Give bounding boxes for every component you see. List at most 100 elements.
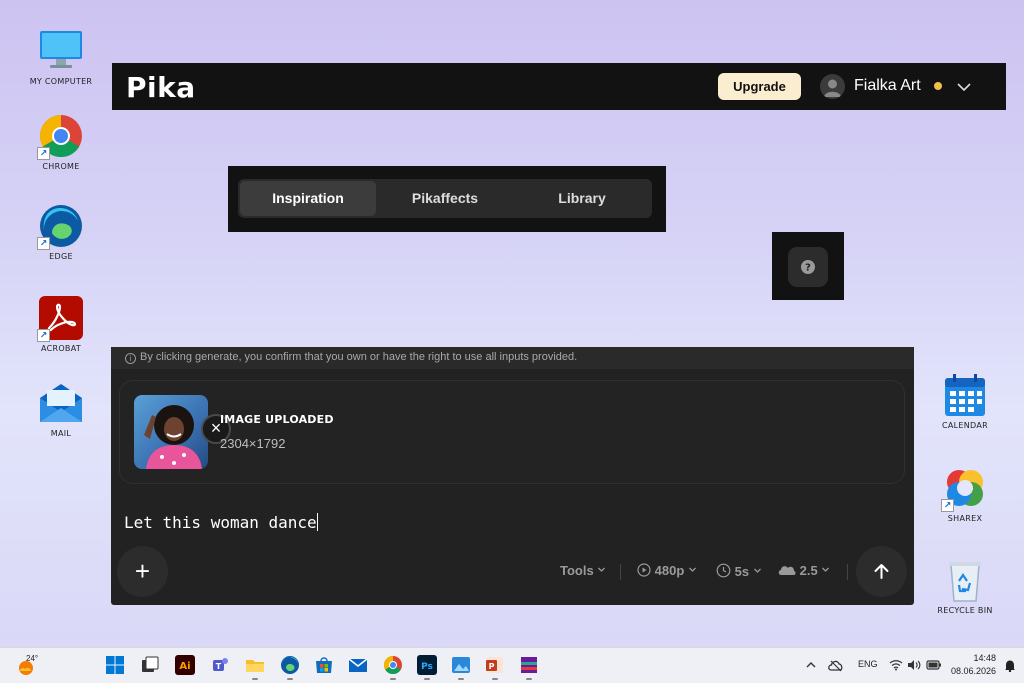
model-value: 2.5 xyxy=(799,563,818,578)
prompt-input[interactable]: Let this woman dance xyxy=(124,513,318,532)
cloud-icon xyxy=(778,566,796,575)
running-indicator xyxy=(252,678,258,680)
powerpoint-icon: P xyxy=(486,657,503,673)
desktop-icon-label: EDGE xyxy=(49,252,73,261)
weather-temp: 24° xyxy=(26,654,39,663)
mail-icon xyxy=(348,658,368,672)
taskbar-store[interactable] xyxy=(314,655,334,675)
terms-notice: i By clicking generate, you confirm that … xyxy=(111,347,914,369)
clock[interactable]: 14:48 08.06.2026 xyxy=(948,652,996,678)
model-dropdown[interactable]: 2.5 xyxy=(778,563,830,578)
taskbar-photos[interactable] xyxy=(451,655,471,675)
running-indicator xyxy=(390,678,396,680)
desktop-icon-my-computer[interactable]: MY COMPUTER xyxy=(21,28,101,86)
taskbar-illustrator[interactable]: Ai xyxy=(175,655,195,675)
svg-text:Ai: Ai xyxy=(179,661,190,672)
generate-button[interactable] xyxy=(856,546,907,597)
desktop-icon-sharex[interactable]: ↗ SHAREX xyxy=(925,465,1005,523)
desktop-icon-label: CALENDAR xyxy=(941,421,988,430)
chevron-up-icon[interactable] xyxy=(805,660,817,670)
prompt-text: Let this woman dance xyxy=(124,513,317,532)
running-indicator xyxy=(287,678,293,680)
chrome-icon: ↗ xyxy=(37,113,84,160)
desktop-icon-label: RECYCLE BIN xyxy=(937,606,993,615)
chrome-icon xyxy=(383,656,402,675)
store-icon xyxy=(316,657,332,673)
svg-text:T: T xyxy=(216,662,222,671)
language-indicator[interactable]: ENG xyxy=(858,659,878,669)
notification-bell-icon[interactable] xyxy=(1004,659,1016,672)
svg-text:Ps: Ps xyxy=(421,662,433,672)
desktop-icon-label: SHAREX xyxy=(947,514,983,523)
user-icon xyxy=(824,79,841,97)
info-icon: i xyxy=(125,353,136,364)
wifi-icon[interactable] xyxy=(889,659,903,671)
image-dimensions: 2304×1792 xyxy=(220,436,286,451)
illustrator-icon: Ai xyxy=(179,661,190,672)
taskbar-edge[interactable] xyxy=(280,655,300,675)
desktop-icon-label: MAIL xyxy=(50,429,72,438)
edge-icon: ↗ xyxy=(37,203,84,250)
clock-time: 14:48 xyxy=(973,653,996,663)
app-header: Pika Upgrade Fialka Art xyxy=(112,63,1006,110)
desktop-icon-edge[interactable]: ↗ EDGE xyxy=(21,203,101,261)
tab-library[interactable]: Library xyxy=(514,181,650,216)
onedrive-icon[interactable] xyxy=(828,658,844,672)
chevron-down-icon xyxy=(598,567,606,572)
desktop-icon-recycle-bin[interactable]: RECYCLE BIN xyxy=(925,557,1005,615)
desktop-icon-acrobat[interactable]: ↗ ACROBAT xyxy=(21,295,101,353)
desktop-icon-chrome[interactable]: ↗ CHROME xyxy=(21,113,101,171)
desktop-icon-label: CHROME xyxy=(42,162,80,171)
clock-date: 08.06.2026 xyxy=(950,666,996,676)
taskbar: 24° Ai T Ps P ENG 14:48 08.06.2026 xyxy=(0,647,1024,683)
running-indicator xyxy=(458,678,464,680)
shortcut-arrow-icon: ↗ xyxy=(37,237,50,250)
taskbar-winrar[interactable] xyxy=(519,655,539,675)
running-indicator xyxy=(526,678,532,680)
volume-icon[interactable] xyxy=(907,659,921,671)
chevron-down-icon xyxy=(688,567,696,572)
taskbar-taskview[interactable] xyxy=(140,655,160,675)
taskbar-powerpoint[interactable]: P xyxy=(485,655,505,675)
help-button[interactable]: ? xyxy=(788,247,828,287)
avatar[interactable] xyxy=(820,74,845,99)
monitor-icon xyxy=(38,28,84,74)
desktop-icon-calendar[interactable]: CALENDAR xyxy=(925,372,1005,430)
divider xyxy=(620,564,621,580)
shortcut-arrow-icon: ↗ xyxy=(941,499,954,512)
chevron-down-icon[interactable] xyxy=(956,79,972,95)
pika-logo[interactable]: Pika xyxy=(126,71,196,104)
upgrade-button[interactable]: Upgrade xyxy=(718,73,801,100)
nav-tabs: Inspiration Pikaffects Library xyxy=(238,179,652,218)
desktop-icon-mail[interactable]: MAIL xyxy=(21,380,101,438)
battery-icon[interactable] xyxy=(926,659,942,671)
divider xyxy=(847,564,848,580)
tab-pikaffects[interactable]: Pikaffects xyxy=(377,181,513,216)
start-button[interactable] xyxy=(105,655,125,675)
resolution-value: 480p xyxy=(654,563,685,578)
taskbar-explorer[interactable] xyxy=(245,655,265,675)
edge-icon xyxy=(281,656,299,674)
calendar-icon xyxy=(942,372,988,418)
upload-status: IMAGE UPLOADED xyxy=(220,413,334,426)
taskbar-teams[interactable]: T xyxy=(210,655,230,675)
folder-icon xyxy=(246,660,264,672)
resolution-dropdown[interactable]: 480p xyxy=(637,563,697,578)
user-name[interactable]: Fialka Art xyxy=(854,77,921,95)
sharex-icon: ↗ xyxy=(941,465,988,512)
taskbar-mail[interactable] xyxy=(348,655,368,675)
chevron-down-icon xyxy=(753,568,761,573)
tools-dropdown[interactable]: Tools xyxy=(560,563,606,578)
acrobat-icon: ↗ xyxy=(37,295,84,342)
taskbar-photoshop[interactable]: Ps xyxy=(417,655,437,675)
uploaded-image-thumbnail[interactable] xyxy=(134,395,208,469)
taskbar-chrome[interactable] xyxy=(383,655,403,675)
photoshop-icon: Ps xyxy=(421,662,433,672)
tab-inspiration[interactable]: Inspiration xyxy=(240,181,376,216)
play-circle-icon xyxy=(637,563,651,577)
duration-dropdown[interactable]: 5s xyxy=(716,563,762,579)
running-indicator xyxy=(492,678,498,680)
desktop-icon-label: MY COMPUTER xyxy=(29,77,93,86)
running-indicator xyxy=(424,678,430,680)
mail-icon xyxy=(38,380,84,426)
